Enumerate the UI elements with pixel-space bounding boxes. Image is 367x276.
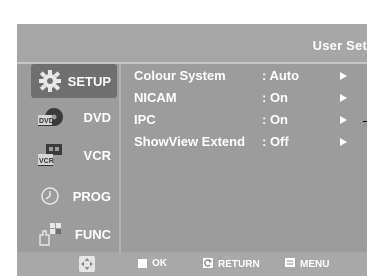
dvd-icon-text: DVD (39, 118, 54, 125)
vcr-icon: VCR (35, 142, 65, 168)
sidebar-item-vcr[interactable]: VCR VCR (31, 138, 117, 172)
function-icon (35, 221, 65, 247)
gear-icon (35, 68, 65, 94)
row-label: NICAM (134, 90, 177, 105)
arrow-right-icon (340, 116, 347, 124)
row-label: Colour System (134, 68, 226, 83)
sidebar-divider (119, 64, 121, 252)
row-label: ShowView Extend (134, 134, 246, 149)
sidebar-item-prog[interactable]: PROG (31, 179, 117, 213)
ok-icon (138, 259, 147, 268)
clock-icon (35, 183, 65, 209)
menu-hint: MENU (285, 258, 329, 270)
sidebar-item-label: FUNC (74, 226, 111, 242)
sidebar-item-label: SETUP (67, 73, 111, 89)
sidebar-item-label: VCR (83, 147, 111, 163)
ok-hint: OK (138, 258, 167, 269)
arrow-right-icon (340, 72, 347, 80)
arrow-right-icon (340, 94, 347, 102)
row-value: : On (262, 112, 288, 127)
sidebar-item-label: PROG (72, 188, 111, 204)
vcr-icon-text: VCR (39, 158, 54, 165)
row-label: IPC (134, 112, 156, 127)
sidebar-item-label: DVD (83, 109, 111, 125)
header-bar: User Set (17, 24, 367, 62)
menu-row-ipc[interactable]: IPC : On (134, 112, 367, 129)
row-value: : Auto (262, 68, 300, 83)
dvd-icon: DVD (35, 104, 65, 130)
return-icon (203, 258, 213, 271)
arrow-right-icon (340, 138, 347, 146)
menu-row-colour-system[interactable]: Colour System : Auto (134, 68, 367, 85)
menu-row-showview-extend[interactable]: ShowView Extend : Off (134, 134, 367, 151)
sidebar-item-func[interactable]: FUNC (31, 217, 117, 251)
page-title: User Set (312, 38, 367, 53)
sidebar-item-dvd[interactable]: DVD DVD (31, 100, 117, 134)
menu-row-nicam[interactable]: NICAM : On (134, 90, 367, 107)
dpad-icon (79, 256, 95, 272)
row-value: : Off (262, 134, 289, 149)
return-label: RETURN (218, 259, 260, 270)
return-hint: RETURN (203, 258, 260, 271)
sidebar-item-setup[interactable]: SETUP (31, 64, 117, 98)
footer-bar: OK RETURN MENU (17, 252, 367, 276)
sidebar: SETUP DVD DVD VCR VCR PROG FUNC (17, 64, 119, 252)
menu-icon (285, 258, 295, 270)
top-bezel (17, 0, 367, 24)
edge-marker (363, 121, 367, 122)
row-value: : On (262, 90, 288, 105)
menu-label: MENU (300, 258, 330, 270)
ok-label: OK (152, 258, 167, 269)
